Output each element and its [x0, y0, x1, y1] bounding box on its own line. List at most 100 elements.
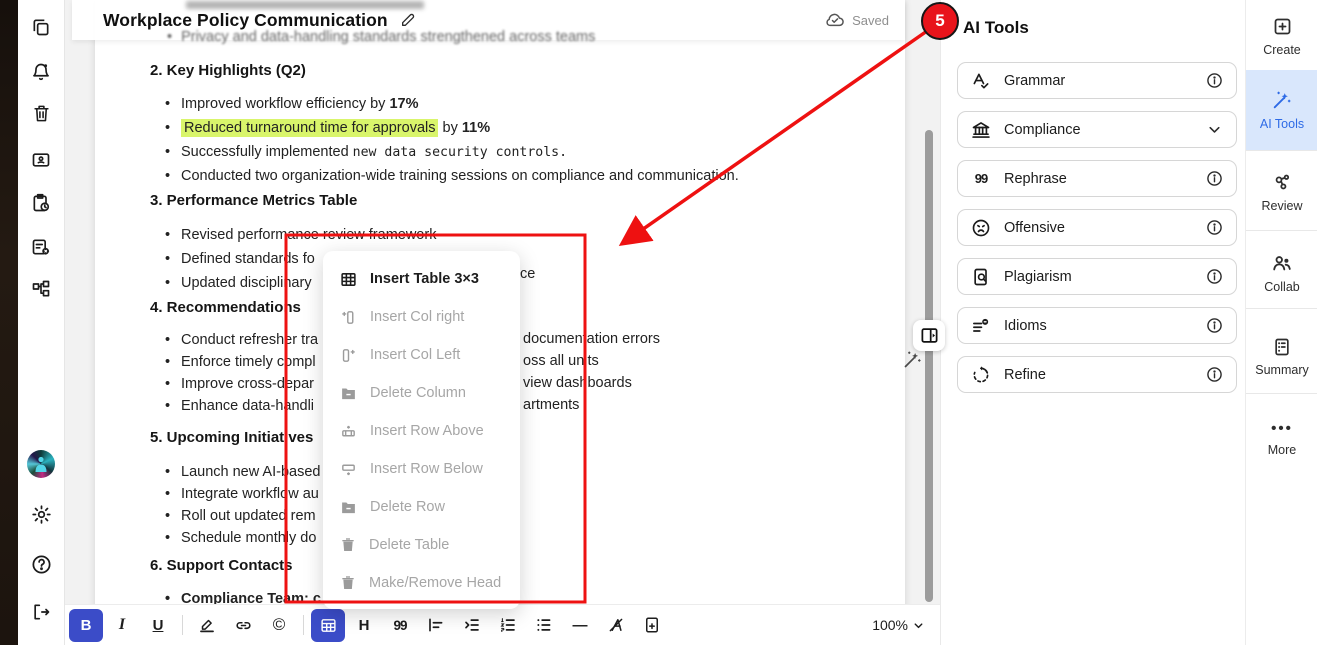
indent-icon	[463, 616, 481, 634]
bold-button[interactable]: B	[69, 609, 103, 642]
sad-face-icon	[971, 218, 991, 238]
insert-table-button[interactable]	[311, 609, 345, 642]
magic-wand-icon	[1271, 89, 1293, 111]
horizontal-rule-button[interactable]: —	[563, 609, 597, 642]
chevron-down-icon[interactable]	[1206, 121, 1223, 138]
section-heading: 5. Upcoming Initiatives	[150, 429, 313, 446]
trash-button[interactable]	[27, 99, 55, 127]
rail-tab-ai-tools[interactable]: AI Tools	[1246, 70, 1317, 150]
italic-button[interactable]: I	[105, 609, 139, 642]
section-heading: 2. Key Highlights (Q2)	[150, 62, 306, 79]
tool-plagiarism[interactable]: Plagiarism	[957, 258, 1237, 295]
indent-button[interactable]	[455, 609, 489, 642]
panel-toggle-button[interactable]	[913, 320, 945, 351]
info-icon[interactable]	[1206, 268, 1223, 285]
align-left-icon	[427, 616, 445, 634]
plus-square-icon	[1272, 16, 1293, 37]
recommendations-list: Conduct refresher tra Enforce timely com…	[165, 329, 318, 417]
ordered-list-button[interactable]	[491, 609, 525, 642]
menu-item-delete-column[interactable]: Delete Column	[323, 374, 520, 412]
insert-page-button[interactable]	[635, 609, 669, 642]
save-status-label: Saved	[852, 13, 889, 28]
rail-tab-collab[interactable]: Collab	[1246, 243, 1317, 303]
menu-item-insert-table[interactable]: Insert Table 3×3	[323, 260, 520, 298]
link-button[interactable]	[226, 609, 260, 642]
menu-item-insert-col-left[interactable]: Insert Col Left	[323, 336, 520, 374]
contacts-button[interactable]	[27, 146, 55, 174]
menu-item-make-remove-head[interactable]: Make/Remove Head	[323, 564, 520, 602]
menu-item-insert-row-above[interactable]: Insert Row Above	[323, 412, 520, 450]
notifications-icon	[31, 62, 51, 82]
tool-refine[interactable]: Refine	[957, 356, 1237, 393]
info-icon[interactable]	[1206, 170, 1223, 187]
key-highlights-list: Improved workflow efficiency by 17% Redu…	[165, 92, 739, 188]
pages-icon	[31, 17, 51, 37]
document-settings-button[interactable]	[27, 233, 55, 261]
pages-button[interactable]	[27, 13, 55, 41]
help-button[interactable]	[27, 550, 55, 578]
rail-tab-review[interactable]: Review	[1246, 162, 1317, 222]
clear-formatting-button[interactable]	[599, 609, 633, 642]
menu-item-insert-row-below[interactable]: Insert Row Below	[323, 450, 520, 488]
tool-compliance[interactable]: Compliance	[957, 111, 1237, 148]
folder-minus-icon	[340, 385, 357, 402]
ordered-list-icon	[499, 616, 517, 634]
rail-tab-create[interactable]: Create	[1246, 8, 1317, 64]
refine-icon	[971, 365, 991, 385]
left-sidebar	[18, 0, 65, 645]
bullet-list-button[interactable]	[527, 609, 561, 642]
trash-icon	[340, 575, 356, 591]
info-icon[interactable]	[1206, 317, 1223, 334]
blockquote-button[interactable]: 99	[383, 609, 417, 642]
link-icon	[234, 616, 253, 635]
section-heading: 4. Recommendations	[150, 299, 301, 316]
ai-wand-floating-button[interactable]	[902, 349, 923, 370]
menu-item-insert-col-right[interactable]: Insert Col right	[323, 298, 520, 336]
table-grid-icon	[340, 271, 357, 288]
contacts-icon	[31, 150, 51, 170]
list-item: Enhance data-handli	[165, 395, 318, 417]
clipboard-history-button[interactable]	[27, 189, 55, 217]
info-icon[interactable]	[1206, 72, 1223, 89]
bank-icon	[971, 120, 991, 140]
toolbar-divider	[182, 615, 183, 635]
settings-button[interactable]	[27, 500, 55, 528]
vertical-scrollbar[interactable]	[925, 130, 933, 602]
notifications-button[interactable]	[27, 58, 55, 86]
logout-button[interactable]	[27, 598, 55, 626]
quote-icon: 99	[971, 171, 991, 186]
insert-row-above-icon	[340, 423, 357, 440]
list-item: Conducted two organization-wide training…	[165, 164, 739, 188]
avatar[interactable]	[27, 450, 55, 478]
menu-item-delete-table[interactable]: Delete Table	[323, 526, 520, 564]
insert-col-left-icon	[340, 347, 357, 364]
org-chart-icon	[31, 279, 51, 299]
heading-button[interactable]: H	[347, 609, 381, 642]
list-item: Enforce timely compl	[165, 351, 318, 373]
highlighter-icon	[198, 616, 216, 634]
info-icon[interactable]	[1206, 219, 1223, 236]
tool-idioms[interactable]: Idioms	[957, 307, 1237, 344]
rail-tab-summary[interactable]: Summary	[1246, 327, 1317, 387]
list-item: Roll out updated rem	[165, 505, 320, 527]
chevron-down-icon	[912, 619, 925, 632]
info-icon[interactable]	[1206, 366, 1223, 383]
highlighter-button[interactable]	[190, 609, 224, 642]
tool-offensive[interactable]: Offensive	[957, 209, 1237, 246]
tool-rephrase[interactable]: 99 Rephrase	[957, 160, 1237, 197]
gear-icon	[31, 504, 52, 525]
align-left-button[interactable]	[419, 609, 453, 642]
right-rail: Create AI Tools Review Collab Summary ••…	[1245, 0, 1317, 645]
pencil-icon	[400, 12, 416, 28]
sidebar-expand-icon	[920, 326, 939, 345]
underline-button[interactable]: U	[141, 609, 175, 642]
tool-grammar[interactable]: Grammar	[957, 62, 1237, 99]
org-chart-button[interactable]	[27, 275, 55, 303]
list-item: Successfully implemented new data securi…	[165, 140, 739, 164]
zoom-control[interactable]: 100%	[872, 617, 925, 633]
menu-item-delete-row[interactable]: Delete Row	[323, 488, 520, 526]
edit-title-button[interactable]	[400, 12, 416, 28]
copyright-button[interactable]: ©	[262, 609, 296, 642]
rail-tab-more[interactable]: ••• More	[1246, 410, 1317, 466]
obscured-line-fragment: ce	[520, 266, 535, 282]
